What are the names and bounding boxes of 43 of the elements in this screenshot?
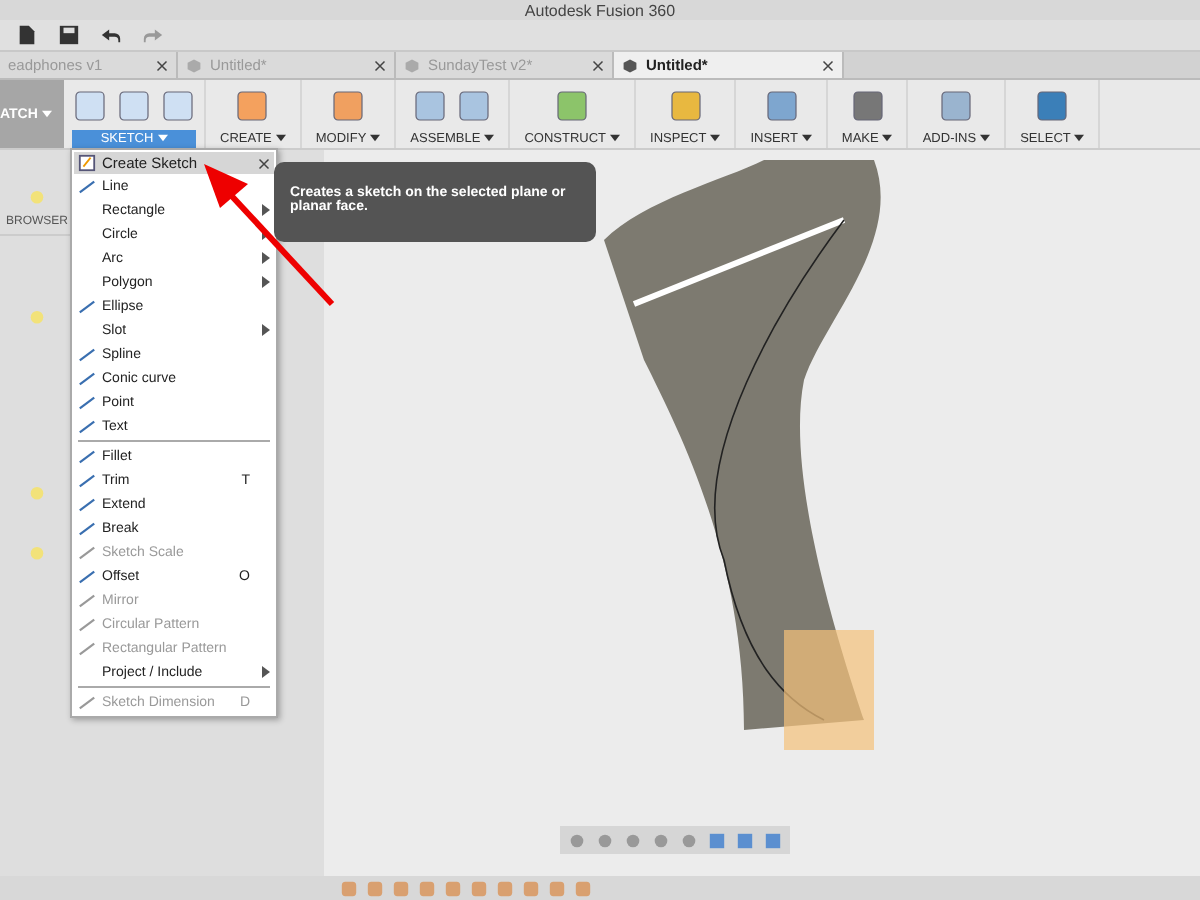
close-icon[interactable] (258, 157, 270, 169)
window-title: Autodesk Fusion 360 (524, 1, 676, 19)
caret-icon (484, 134, 495, 142)
redo-icon[interactable] (142, 24, 164, 46)
tool-icon[interactable] (761, 85, 802, 125)
file-icon[interactable] (16, 24, 38, 46)
close-icon[interactable] (592, 59, 604, 71)
caret-icon (157, 134, 168, 142)
caret-icon (980, 134, 991, 142)
tool-icon[interactable] (936, 85, 977, 125)
tool-icon (78, 177, 96, 195)
tool-icon (78, 693, 96, 711)
caret-icon (41, 110, 52, 118)
caret-icon (1074, 134, 1085, 142)
undo-icon[interactable] (100, 24, 122, 46)
caret-icon (275, 134, 286, 142)
submenu-arrow-icon (262, 324, 270, 336)
caret-icon (882, 134, 893, 142)
cube-icon (404, 57, 420, 73)
tool-icon[interactable] (410, 85, 451, 125)
tool-icon[interactable] (114, 85, 154, 125)
sketch-icon (78, 154, 96, 172)
submenu-arrow-icon (262, 666, 270, 678)
tool-icon (78, 297, 96, 315)
caret-icon (370, 134, 381, 142)
tool-icon[interactable] (847, 85, 888, 125)
tool-icon[interactable] (328, 85, 369, 125)
tool-icon[interactable] (454, 85, 495, 125)
close-icon[interactable] (822, 59, 834, 71)
caret-icon (710, 134, 721, 142)
tool-icon[interactable] (665, 85, 706, 125)
close-icon[interactable] (156, 59, 168, 71)
caret-icon (610, 134, 621, 142)
cube-icon (622, 57, 638, 73)
tool-icon[interactable] (232, 85, 273, 125)
tool-icon[interactable] (70, 85, 110, 125)
tool-icon[interactable] (158, 85, 198, 125)
tool-icon[interactable] (1032, 85, 1073, 125)
close-icon[interactable] (374, 59, 386, 71)
cube-icon (186, 57, 202, 73)
caret-icon (801, 134, 812, 142)
save-icon[interactable] (58, 24, 80, 46)
tool-icon[interactable] (552, 85, 593, 125)
